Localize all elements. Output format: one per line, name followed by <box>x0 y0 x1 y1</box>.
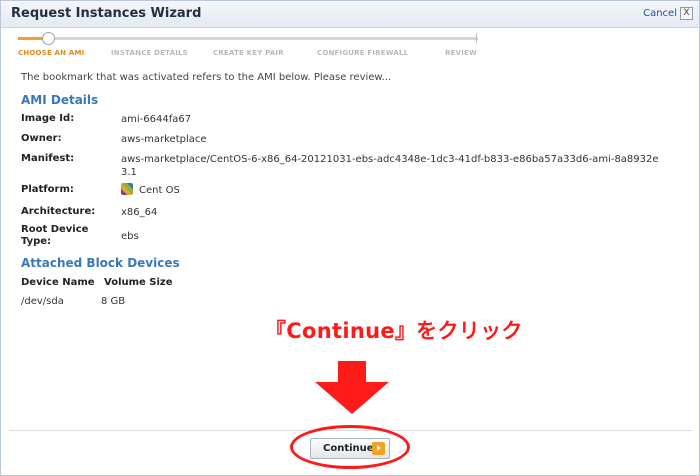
close-icon[interactable]: X <box>680 7 693 20</box>
block-devices-heading: Attached Block Devices <box>21 256 180 270</box>
ami-details-heading: AMI Details <box>21 93 99 107</box>
platform-value: Cent OS <box>139 185 180 196</box>
owner-value: aws-marketplace <box>121 134 207 145</box>
manifest-label: Manifest: <box>21 153 75 164</box>
column-device-name: Device Name <box>21 277 95 288</box>
step-instance-details: INSTANCE DETAILS <box>111 49 188 57</box>
annotation-arrow-shaft <box>338 361 366 383</box>
column-volume-size: Volume Size <box>104 277 173 288</box>
image-id-label: Image Id: <box>21 113 75 124</box>
root-device-type-value: ebs <box>121 231 139 242</box>
architecture-label: Architecture: <box>21 206 96 217</box>
manifest-value: aws-marketplace/CentOS-6-x86_64-20121031… <box>121 154 659 178</box>
progress-end-tick <box>476 33 477 43</box>
annotation-arrow-head <box>315 382 389 414</box>
step-create-key-pair: CREATE KEY PAIR <box>213 49 284 57</box>
dialog-title: Request Instances Wizard <box>11 6 202 21</box>
device-name-cell: /dev/sda <box>21 296 64 307</box>
intro-text: The bookmark that was activated refers t… <box>21 72 392 83</box>
centos-icon <box>121 183 133 195</box>
root-device-type-label: Root Device Type: <box>21 224 89 247</box>
volume-size-cell: 8 GB <box>101 296 126 307</box>
owner-label: Owner: <box>21 133 62 144</box>
cancel-link[interactable]: Cancel <box>643 8 677 19</box>
step-configure-firewall: CONFIGURE FIREWALL <box>317 49 409 57</box>
annotation-highlight-ellipse <box>290 425 410 469</box>
step-review: REVIEW <box>445 49 477 57</box>
progress-track <box>18 37 478 40</box>
step-choose-ami: CHOOSE AN AMI <box>18 49 85 57</box>
progress-marker <box>42 32 55 45</box>
architecture-value: x86_64 <box>121 207 158 218</box>
wizard-dialog: Request Instances Wizard Cancel X CHOOSE… <box>0 0 700 476</box>
title-bar: Request Instances Wizard Cancel X <box>1 1 699 28</box>
platform-label: Platform: <box>21 184 74 195</box>
annotation-text: 『Continue』をクリック <box>265 319 523 343</box>
image-id-value: ami-6644fa67 <box>121 114 192 125</box>
